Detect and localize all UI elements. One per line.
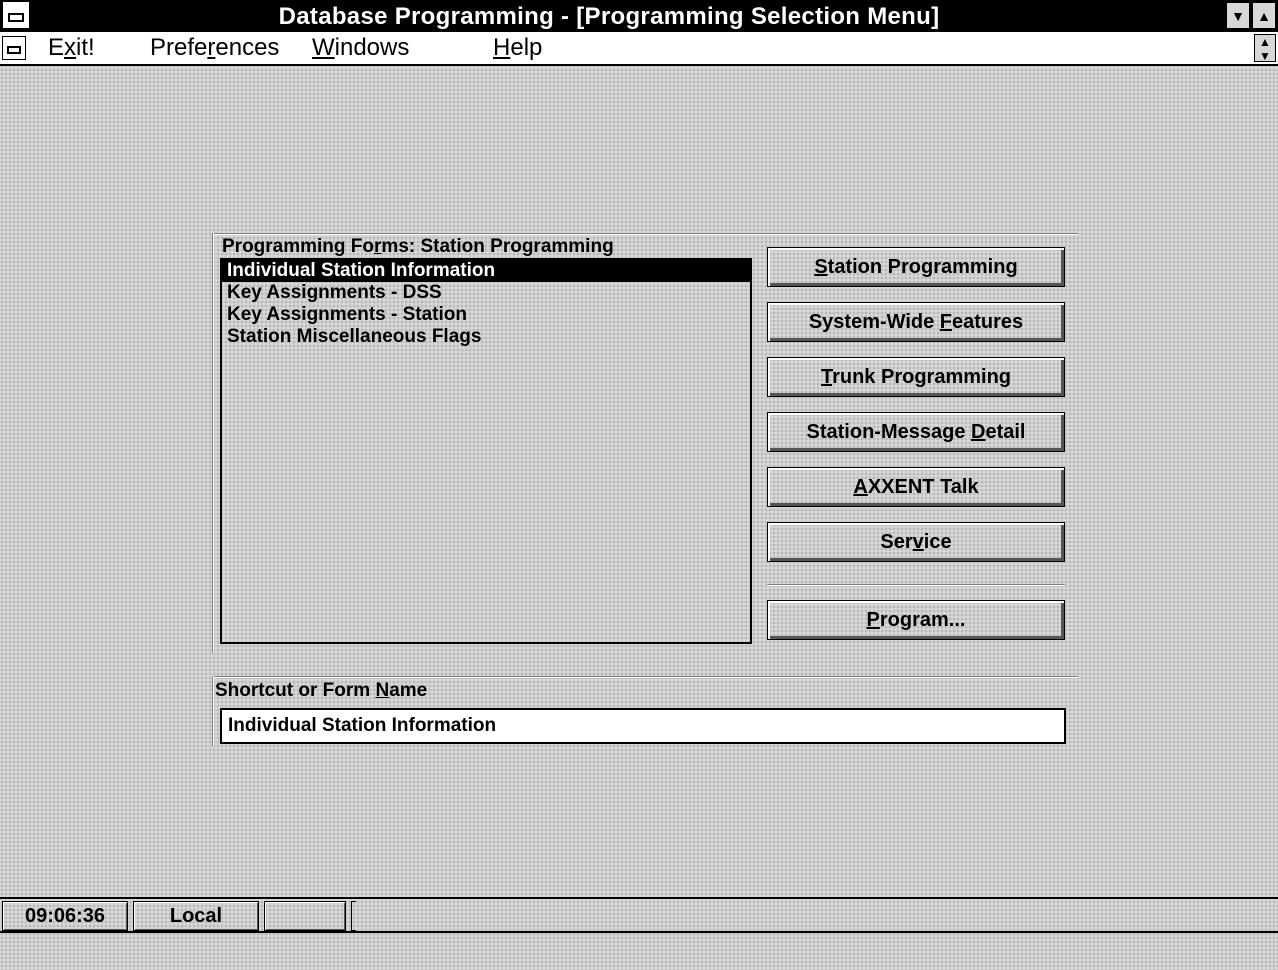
window-title: Database Programming - [Programming Sele… (278, 3, 940, 30)
forms-group-label: Programming Forms: Station Programming (222, 236, 614, 257)
axxent-talk-button[interactable]: AXXENT Talk (767, 467, 1065, 507)
list-item[interactable]: Key Assignments - DSS (222, 282, 750, 304)
program-button[interactable]: Program... (767, 600, 1065, 640)
list-item[interactable]: Individual Station Information (222, 260, 750, 282)
system-wide-features-button[interactable]: System-Wide Features (767, 302, 1065, 342)
title-bar: Database Programming - [Programming Sele… (0, 0, 1278, 32)
menu-windows[interactable]: Windows (312, 34, 409, 62)
shortcut-group-frame (212, 676, 1078, 678)
minimize-icon[interactable]: ▼ (1226, 2, 1250, 29)
service-button[interactable]: Service (767, 522, 1065, 562)
status-divider (351, 901, 356, 931)
menu-exit[interactable]: Exit! (48, 34, 95, 62)
status-bar: 09:06:36 Local (0, 897, 1278, 931)
forms-group-frame-left (212, 233, 214, 653)
forms-listbox[interactable]: Individual Station Information Key Assig… (220, 258, 752, 644)
maximize-icon[interactable]: ▲ (1252, 2, 1276, 29)
shortcut-input[interactable] (220, 708, 1066, 744)
menu-bar: Exit! Preferences Windows Help ▲ ▼ (0, 32, 1278, 66)
list-item[interactable]: Station Miscellaneous Flags (222, 326, 750, 348)
menu-help[interactable]: Help (493, 34, 542, 62)
trunk-programming-button[interactable]: Trunk Programming (767, 357, 1065, 397)
status-time: 09:06:36 (2, 901, 128, 931)
status-cell-3 (264, 901, 346, 931)
status-mode: Local (133, 901, 259, 931)
menu-preferences[interactable]: Preferences (150, 34, 279, 62)
station-programming-button[interactable]: Station Programming (767, 247, 1065, 287)
forms-group-frame (212, 233, 1078, 235)
station-message-detail-button[interactable]: Station-Message Detail (767, 412, 1065, 452)
button-separator (767, 584, 1065, 586)
bottom-band (0, 931, 1278, 970)
restore-icon[interactable]: ▲ ▼ (1254, 34, 1276, 63)
list-item[interactable]: Key Assignments - Station (222, 304, 750, 326)
shortcut-group-frame-left (212, 676, 214, 746)
shortcut-label: Shortcut or Form Name (215, 680, 428, 701)
child-system-menu-icon[interactable] (2, 36, 26, 60)
